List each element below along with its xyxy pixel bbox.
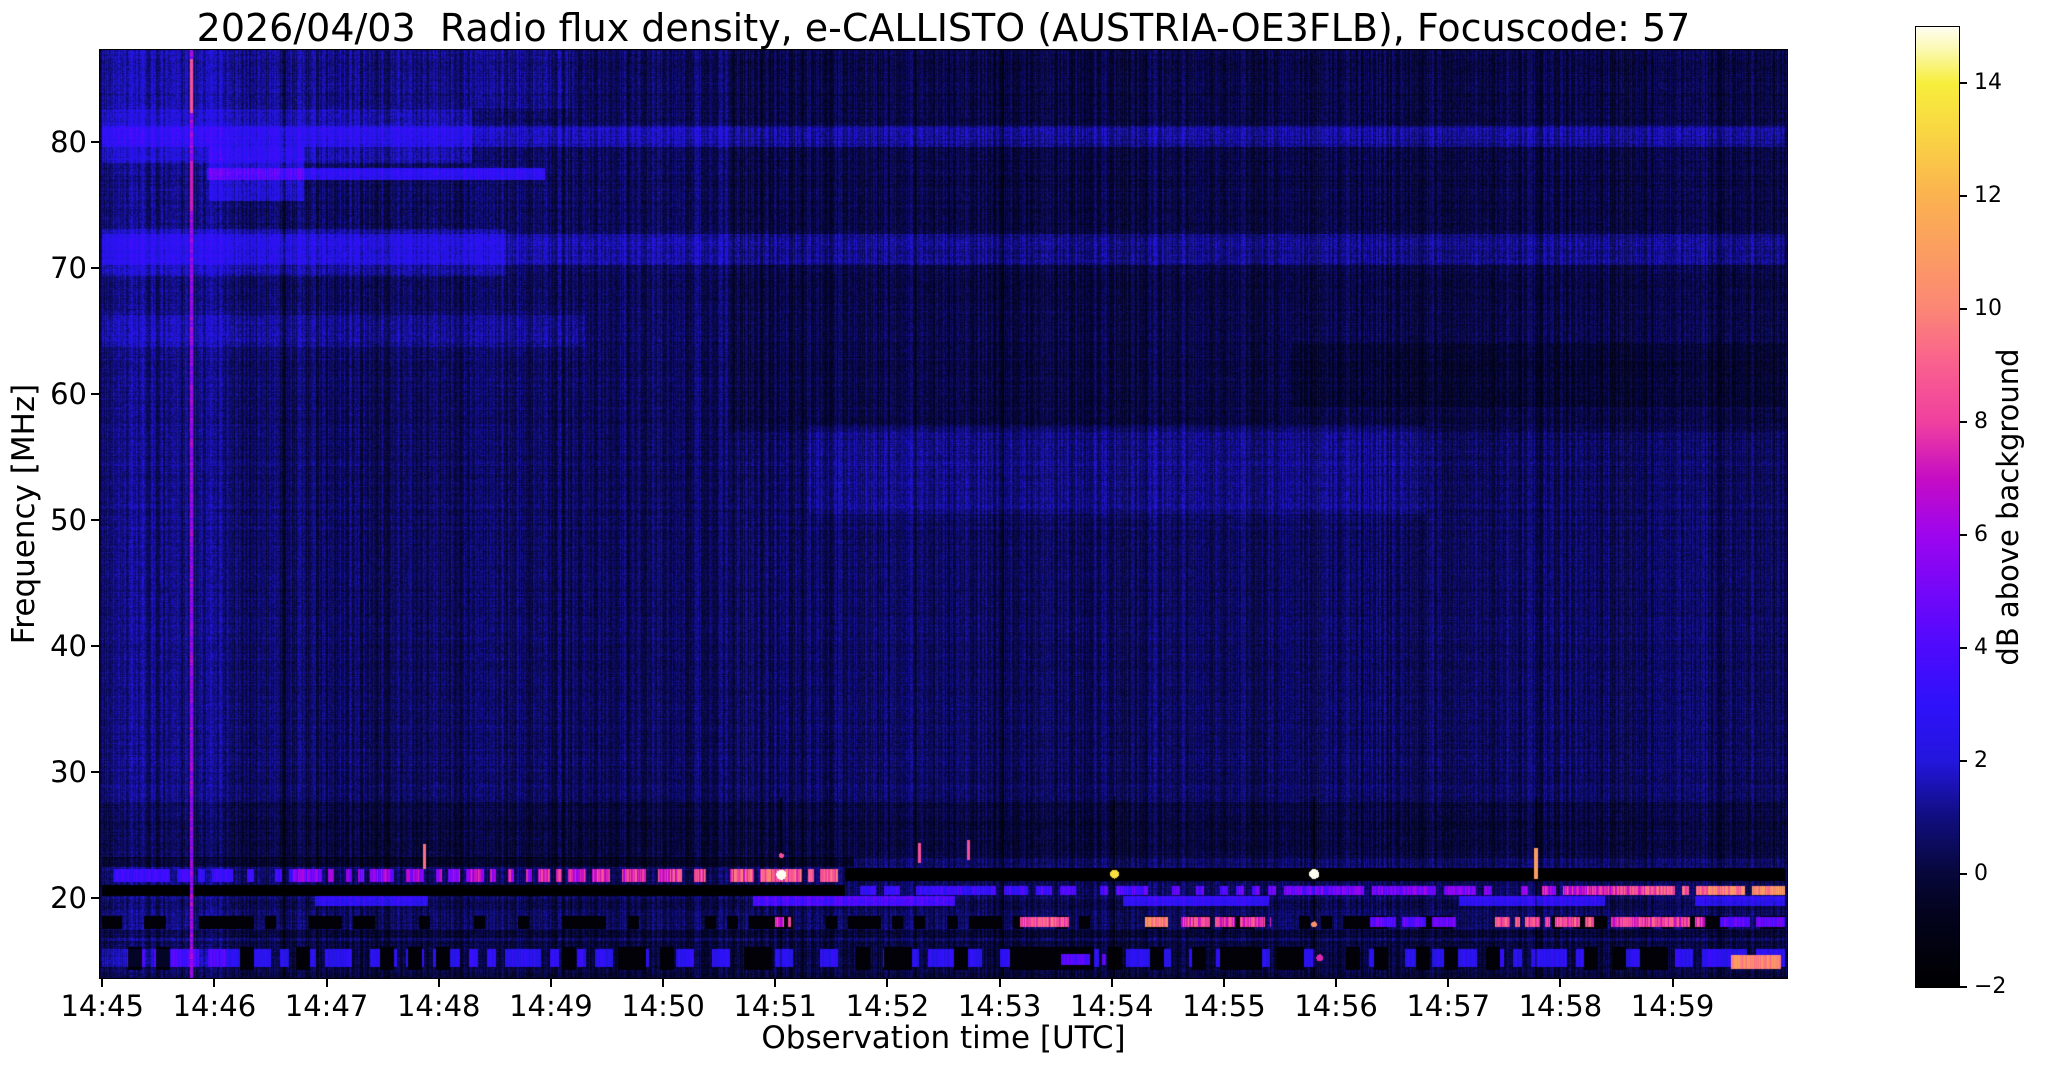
x-tick-label: 14:46: [172, 989, 257, 1023]
y-axis-label: Frequency [MHz]: [6, 383, 42, 645]
figure: 2026/04/03 Radio flux density, e-CALLIST…: [0, 0, 2047, 1067]
x-tick-mark: [1110, 979, 1113, 987]
colorbar-tick-label: −2: [1974, 974, 2007, 999]
y-tick-label: 30: [50, 755, 87, 790]
x-tick-mark: [1222, 979, 1225, 987]
colorbar-tick-label: 2: [1974, 748, 1988, 774]
colorbar-tick-label: 8: [1974, 409, 1988, 435]
x-tick-label: 14:56: [1294, 989, 1378, 1023]
x-tick-mark: [1559, 979, 1562, 987]
x-tick-label: 14:50: [621, 989, 705, 1023]
colorbar-tick-mark: [1960, 82, 1967, 85]
colorbar-tick-label: 4: [1974, 635, 1988, 661]
x-tick-label: 14:47: [284, 989, 369, 1023]
x-axis-label: Observation time [UTC]: [761, 1020, 1126, 1056]
spectrogram-canvas: [100, 50, 1787, 978]
x-tick-mark: [662, 979, 665, 987]
x-tick-mark: [101, 979, 104, 987]
colorbar-tick-mark: [1960, 308, 1967, 311]
y-tick-mark: [91, 897, 99, 900]
y-tick-mark: [91, 771, 99, 774]
colorbar-tick-label: 10: [1974, 296, 2002, 322]
x-tick-mark: [774, 979, 777, 987]
colorbar-tick-mark: [1960, 647, 1967, 650]
colorbar-tick-label: 12: [1974, 183, 2002, 209]
chart-title: 2026/04/03 Radio flux density, e-CALLIST…: [196, 6, 1691, 50]
colorbar-label: dB above background: [1991, 348, 2025, 666]
x-tick-mark: [1335, 979, 1338, 987]
y-tick-mark: [91, 267, 99, 269]
x-tick-label: 14:54: [1069, 989, 1154, 1023]
y-tick-label: 70: [50, 251, 87, 285]
x-tick-mark: [213, 979, 216, 987]
x-tick-label: 14:45: [60, 989, 145, 1023]
y-tick-mark: [91, 393, 99, 396]
y-tick-mark: [91, 519, 99, 522]
y-tick-label: 80: [50, 124, 87, 159]
y-tick-label: 20: [50, 881, 87, 916]
colorbar-tick-mark: [1960, 195, 1967, 198]
x-tick-label: 14:55: [1182, 989, 1266, 1023]
x-tick-mark: [1447, 979, 1450, 987]
colorbar: [1915, 26, 1960, 988]
x-tick-label: 14:58: [1518, 989, 1603, 1023]
x-tick-label: 14:52: [845, 989, 930, 1023]
y-tick-mark: [91, 645, 99, 648]
colorbar-tick-label: 0: [1974, 861, 1988, 887]
x-tick-mark: [886, 979, 889, 987]
x-tick-label: 14:49: [509, 989, 593, 1023]
y-tick-mark: [91, 140, 99, 143]
x-tick-mark: [437, 979, 440, 987]
colorbar-tick-label: 14: [1974, 70, 2002, 96]
colorbar-tick-mark: [1960, 986, 1967, 988]
x-tick-mark: [549, 979, 552, 987]
x-tick-mark: [998, 979, 1001, 987]
colorbar-tick-mark: [1960, 760, 1967, 763]
x-tick-label: 14:48: [396, 989, 481, 1023]
x-tick-label: 14:51: [733, 989, 818, 1023]
colorbar-tick-mark: [1960, 534, 1967, 537]
x-tick-mark: [325, 979, 328, 987]
colorbar-tick-mark: [1960, 873, 1967, 876]
x-tick-label: 14:57: [1406, 989, 1491, 1023]
colorbar-tick-mark: [1960, 421, 1967, 424]
colorbar-tick-label: 6: [1974, 522, 1988, 548]
x-tick-label: 14:53: [957, 989, 1042, 1023]
x-tick-mark: [1671, 979, 1674, 987]
x-tick-label: 14:59: [1630, 989, 1715, 1023]
